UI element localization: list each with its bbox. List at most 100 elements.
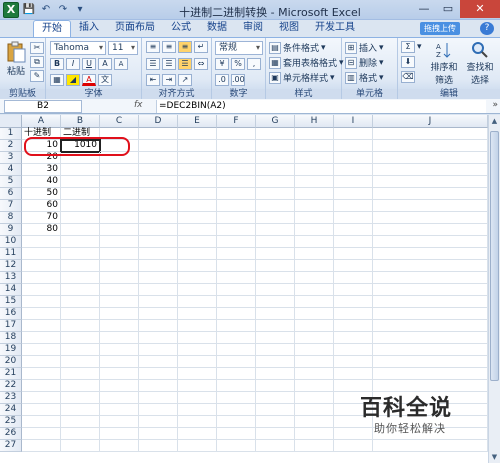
cell-g20[interactable] [256, 356, 295, 368]
sort-filter-button[interactable]: A Z 排序和筛选 [428, 41, 460, 86]
cell-b27[interactable] [61, 440, 100, 452]
row-header-21[interactable]: 21 [0, 368, 22, 380]
bold-button[interactable]: B [50, 58, 64, 70]
tab-developer[interactable]: 开发工具 [307, 20, 363, 37]
cell-g1[interactable] [256, 128, 295, 140]
cell-i7[interactable] [334, 200, 373, 212]
tab-data[interactable]: 数据 [199, 20, 235, 37]
help-icon[interactable]: ? [480, 22, 494, 35]
row-header-13[interactable]: 13 [0, 272, 22, 284]
undo-icon[interactable]: ↶ [39, 3, 53, 17]
cell-f6[interactable] [217, 188, 256, 200]
insert-button[interactable]: ⊞ 插入 ▾ [345, 41, 384, 54]
cell-g16[interactable] [256, 308, 295, 320]
row-header-20[interactable]: 20 [0, 356, 22, 368]
cell-c11[interactable] [100, 248, 139, 260]
cell-f7[interactable] [217, 200, 256, 212]
row-header-1[interactable]: 1 [0, 128, 22, 140]
cell-e2[interactable] [178, 140, 217, 152]
cell-f4[interactable] [217, 164, 256, 176]
cell-f10[interactable] [217, 236, 256, 248]
tab-page-layout[interactable]: 页面布局 [107, 20, 163, 37]
cell-e25[interactable] [178, 416, 217, 428]
select-all-corner[interactable] [0, 115, 22, 128]
upload-button[interactable]: 拖拽上传 [420, 22, 460, 35]
name-box[interactable]: B2 [4, 100, 82, 113]
cell-g21[interactable] [256, 368, 295, 380]
fill-icon[interactable]: ⬇ [401, 56, 415, 68]
italic-button[interactable]: I [66, 58, 80, 70]
cell-a21[interactable] [22, 368, 61, 380]
cell-d14[interactable] [139, 284, 178, 296]
cell-b24[interactable] [61, 404, 100, 416]
align-middle-icon[interactable]: ≡ [162, 41, 176, 53]
scroll-thumb[interactable] [490, 131, 499, 381]
cell-e18[interactable] [178, 332, 217, 344]
cell-h12[interactable] [295, 260, 334, 272]
cell-a5[interactable]: 40 [22, 176, 61, 188]
cell-g12[interactable] [256, 260, 295, 272]
cell-d26[interactable] [139, 428, 178, 440]
cell-i15[interactable] [334, 296, 373, 308]
cell-e20[interactable] [178, 356, 217, 368]
cell-h6[interactable] [295, 188, 334, 200]
cell-c26[interactable] [100, 428, 139, 440]
cell-g17[interactable] [256, 320, 295, 332]
cell-a26[interactable] [22, 428, 61, 440]
column-header-f[interactable]: F [217, 115, 256, 128]
cell-i11[interactable] [334, 248, 373, 260]
cell-j12[interactable] [373, 260, 488, 272]
cell-f15[interactable] [217, 296, 256, 308]
increase-indent-icon[interactable]: ⇥ [162, 74, 176, 86]
cell-a20[interactable] [22, 356, 61, 368]
cell-h23[interactable] [295, 392, 334, 404]
cell-i9[interactable] [334, 224, 373, 236]
cell-j15[interactable] [373, 296, 488, 308]
cell-b10[interactable] [61, 236, 100, 248]
cell-g15[interactable] [256, 296, 295, 308]
border-icon[interactable]: ▦ [50, 74, 64, 86]
cell-e5[interactable] [178, 176, 217, 188]
cell-h8[interactable] [295, 212, 334, 224]
cell-j17[interactable] [373, 320, 488, 332]
cell-j2[interactable] [373, 140, 488, 152]
cell-a14[interactable] [22, 284, 61, 296]
cell-f5[interactable] [217, 176, 256, 188]
cell-b15[interactable] [61, 296, 100, 308]
cell-j6[interactable] [373, 188, 488, 200]
cell-d3[interactable] [139, 152, 178, 164]
cell-b17[interactable] [61, 320, 100, 332]
cell-b6[interactable] [61, 188, 100, 200]
cell-h14[interactable] [295, 284, 334, 296]
redo-icon[interactable]: ↷ [56, 3, 70, 17]
cell-f16[interactable] [217, 308, 256, 320]
cell-h1[interactable] [295, 128, 334, 140]
row-header-15[interactable]: 15 [0, 296, 22, 308]
cell-a23[interactable] [22, 392, 61, 404]
cell-a10[interactable] [22, 236, 61, 248]
cell-a9[interactable]: 80 [22, 224, 61, 236]
expand-formula-bar-icon[interactable]: » [492, 100, 498, 110]
cell-c22[interactable] [100, 380, 139, 392]
cell-g10[interactable] [256, 236, 295, 248]
cell-g4[interactable] [256, 164, 295, 176]
cell-f24[interactable] [217, 404, 256, 416]
cell-j9[interactable] [373, 224, 488, 236]
cell-c14[interactable] [100, 284, 139, 296]
cell-h15[interactable] [295, 296, 334, 308]
fill-color-icon[interactable]: ◢ [66, 74, 80, 86]
cell-g11[interactable] [256, 248, 295, 260]
cell-e27[interactable] [178, 440, 217, 452]
row-header-14[interactable]: 14 [0, 284, 22, 296]
cell-h13[interactable] [295, 272, 334, 284]
cell-f2[interactable] [217, 140, 256, 152]
cell-f18[interactable] [217, 332, 256, 344]
cell-c7[interactable] [100, 200, 139, 212]
cell-styles-button[interactable]: ▣ 单元格样式 ▾ [269, 71, 335, 84]
cell-d20[interactable] [139, 356, 178, 368]
font-shrink-button[interactable]: A [114, 58, 128, 70]
tab-formulas[interactable]: 公式 [163, 20, 199, 37]
cell-c20[interactable] [100, 356, 139, 368]
cell-i10[interactable] [334, 236, 373, 248]
tab-review[interactable]: 审阅 [235, 20, 271, 37]
